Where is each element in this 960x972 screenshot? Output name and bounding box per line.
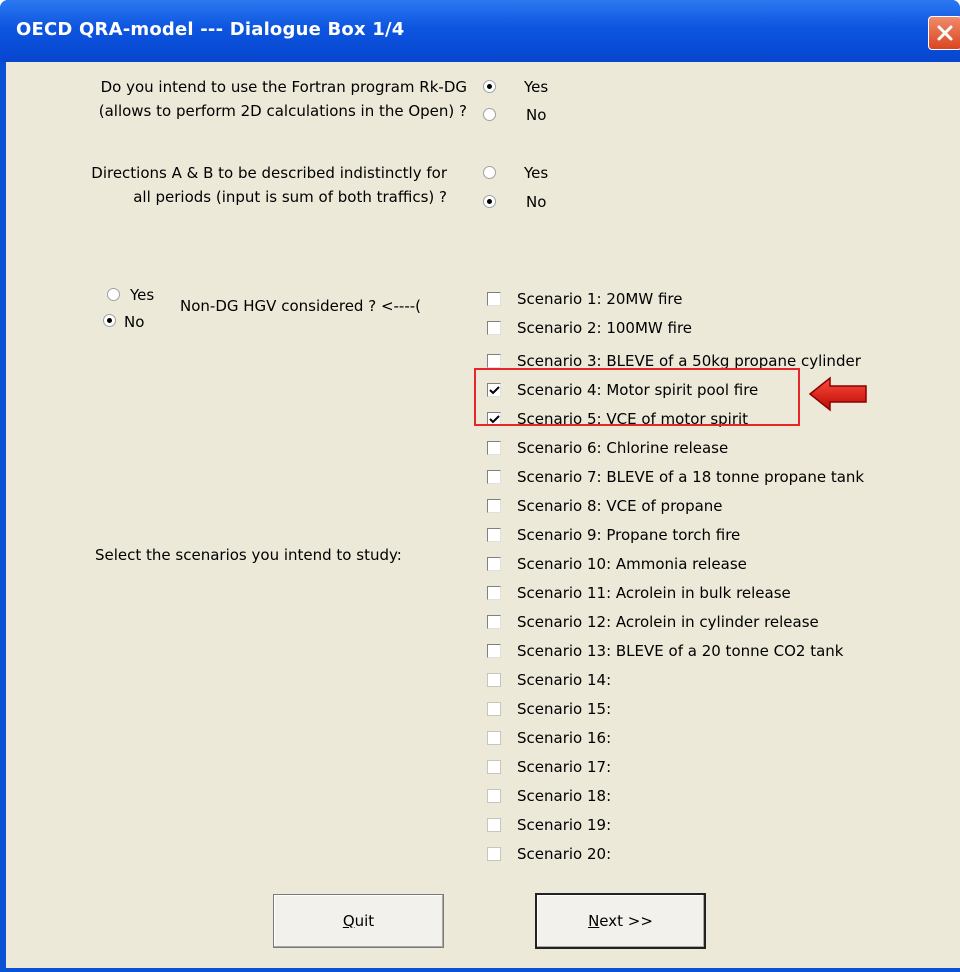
fortran-yes-label[interactable]: Yes bbox=[524, 77, 548, 97]
scenario-8-checkbox[interactable] bbox=[487, 499, 501, 513]
scenario-19-label[interactable]: Scenario 19: bbox=[517, 815, 611, 835]
directions-question-line2: all periods (input is sum of both traffi… bbox=[133, 188, 447, 206]
hgv-yes-radio[interactable] bbox=[107, 288, 120, 301]
quit-accel: Q bbox=[342, 912, 355, 930]
scenario-13-checkbox[interactable] bbox=[487, 644, 501, 658]
quit-button[interactable]: Quit bbox=[273, 894, 444, 948]
hgv-no-label[interactable]: No bbox=[124, 312, 144, 332]
directions-question-line1: Directions A & B to be described indisti… bbox=[91, 164, 447, 182]
scenario-3-checkbox[interactable] bbox=[487, 354, 501, 368]
directions-yes-radio[interactable] bbox=[483, 166, 496, 179]
next-accel: N bbox=[588, 912, 600, 930]
scenario-11-label[interactable]: Scenario 11: Acrolein in bulk release bbox=[517, 583, 791, 603]
scenario-11-checkbox[interactable] bbox=[487, 586, 501, 600]
window-title: OECD QRA-model --- Dialogue Box 1/4 bbox=[16, 19, 405, 40]
hgv-question-label: Non-DG HGV considered ? <----( bbox=[180, 297, 422, 315]
scenario-6-checkbox[interactable] bbox=[487, 441, 501, 455]
scenario-9-label[interactable]: Scenario 9: Propane torch fire bbox=[517, 525, 740, 545]
quit-label: uit bbox=[354, 912, 375, 930]
hgv-yes-label[interactable]: Yes bbox=[130, 285, 154, 305]
scenario-9-checkbox[interactable] bbox=[487, 528, 501, 542]
directions-no-label[interactable]: No bbox=[526, 192, 546, 212]
scenario-10-label[interactable]: Scenario 10: Ammonia release bbox=[517, 554, 747, 574]
scenarios-prompt: Select the scenarios you intend to study… bbox=[95, 546, 402, 564]
fortran-yes-radio[interactable] bbox=[483, 80, 496, 93]
hgv-no-radio[interactable] bbox=[103, 314, 116, 327]
scenario-2-label[interactable]: Scenario 2: 100MW fire bbox=[517, 318, 692, 338]
scenario-13-label[interactable]: Scenario 13: BLEVE of a 20 tonne CO2 tan… bbox=[517, 641, 843, 661]
scenario-18-label[interactable]: Scenario 18: bbox=[517, 786, 611, 806]
scenario-6-label[interactable]: Scenario 6: Chlorine release bbox=[517, 438, 728, 458]
scenario-2-checkbox[interactable] bbox=[487, 321, 501, 335]
fortran-no-radio[interactable] bbox=[483, 108, 496, 121]
scenario-12-label[interactable]: Scenario 12: Acrolein in cylinder releas… bbox=[517, 612, 819, 632]
scenario-1-label[interactable]: Scenario 1: 20MW fire bbox=[517, 289, 682, 309]
scenario-14-label[interactable]: Scenario 14: bbox=[517, 670, 611, 690]
scenario-7-checkbox[interactable] bbox=[487, 470, 501, 484]
scenario-1-checkbox[interactable] bbox=[487, 292, 501, 306]
scenario-12-checkbox[interactable] bbox=[487, 615, 501, 629]
highlight-box bbox=[474, 368, 800, 426]
scenario-15-checkbox[interactable] bbox=[487, 702, 501, 716]
scenario-20-checkbox[interactable] bbox=[487, 847, 501, 861]
scenario-16-label[interactable]: Scenario 16: bbox=[517, 728, 611, 748]
next-label: ext >> bbox=[599, 912, 653, 930]
red-arrow-icon bbox=[808, 376, 867, 412]
scenario-17-checkbox[interactable] bbox=[487, 760, 501, 774]
title-bar[interactable]: OECD QRA-model --- Dialogue Box 1/4 bbox=[0, 0, 960, 62]
scenario-18-checkbox[interactable] bbox=[487, 789, 501, 803]
scenario-15-label[interactable]: Scenario 15: bbox=[517, 699, 611, 719]
scenario-17-label[interactable]: Scenario 17: bbox=[517, 757, 611, 777]
close-icon[interactable] bbox=[928, 16, 960, 50]
fortran-question-line1: Do you intend to use the Fortran program… bbox=[100, 78, 467, 96]
fortran-question-line2: (allows to perform 2D calculations in th… bbox=[98, 102, 467, 120]
scenario-10-checkbox[interactable] bbox=[487, 557, 501, 571]
scenario-14-checkbox[interactable] bbox=[487, 673, 501, 687]
fortran-no-label[interactable]: No bbox=[526, 105, 546, 125]
scenario-16-checkbox[interactable] bbox=[487, 731, 501, 745]
scenario-7-label[interactable]: Scenario 7: BLEVE of a 18 tonne propane … bbox=[517, 467, 864, 487]
scenario-19-checkbox[interactable] bbox=[487, 818, 501, 832]
scenario-20-label[interactable]: Scenario 20: bbox=[517, 844, 611, 864]
next-button[interactable]: Next >> bbox=[535, 893, 706, 949]
directions-no-radio[interactable] bbox=[483, 195, 496, 208]
scenario-8-label[interactable]: Scenario 8: VCE of propane bbox=[517, 496, 723, 516]
directions-yes-label[interactable]: Yes bbox=[524, 163, 548, 183]
